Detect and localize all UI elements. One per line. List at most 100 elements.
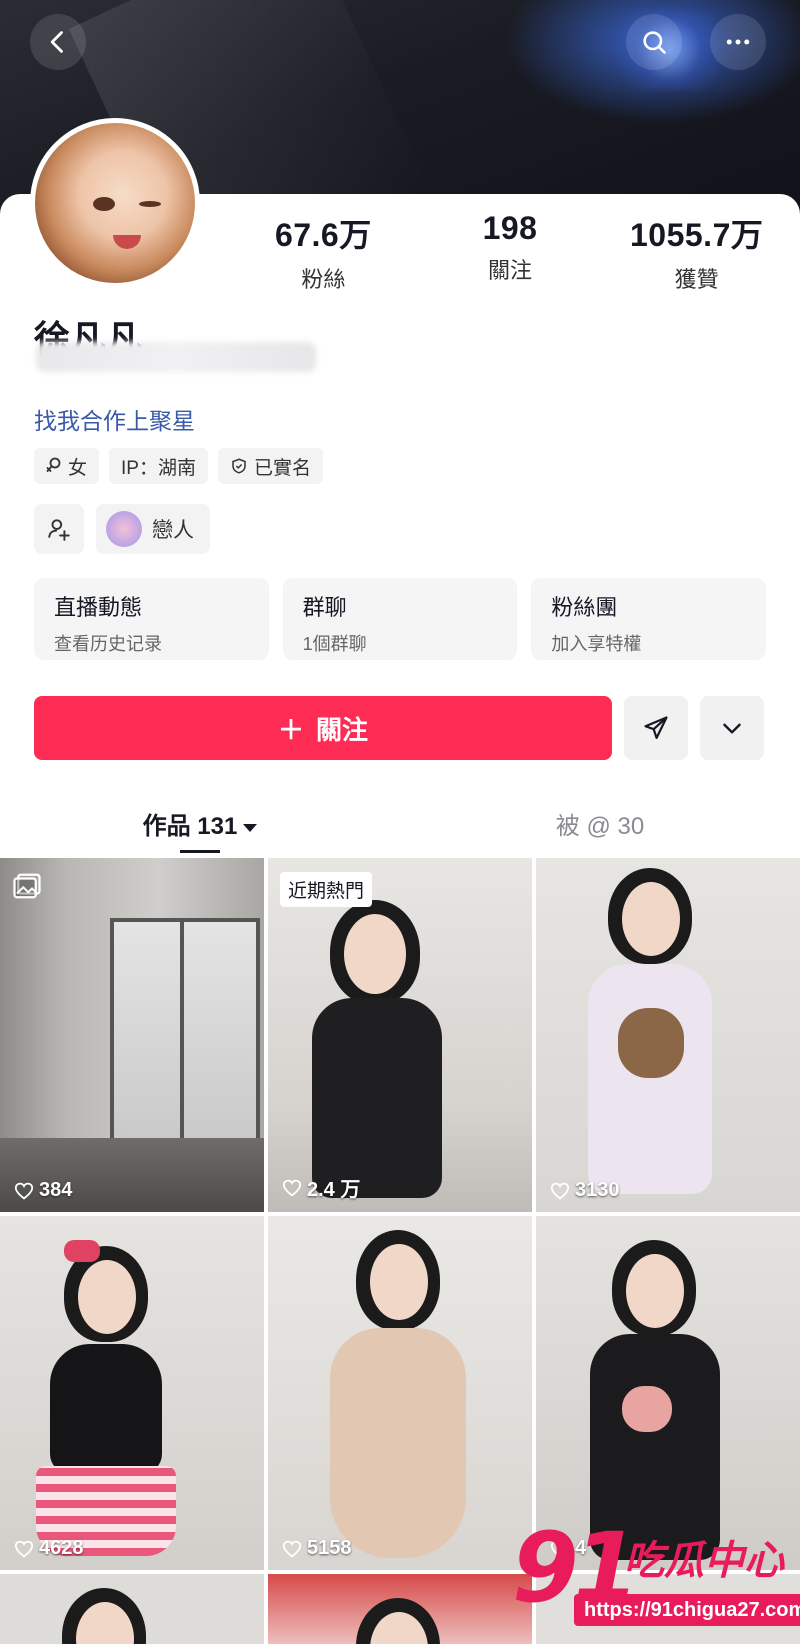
stat-followers[interactable]: 67.6万 粉絲: [230, 210, 417, 294]
send-icon: [644, 716, 668, 740]
stat-label: 關注: [488, 258, 533, 283]
figure-outfit: [588, 964, 712, 1194]
video-thumbnail[interactable]: 3130: [536, 858, 800, 1212]
search-icon: [643, 31, 666, 54]
stat-following[interactable]: 198 關注: [417, 210, 604, 294]
stat-value: 198: [482, 210, 538, 246]
caret-down-icon: [243, 823, 258, 832]
window-divider: [180, 918, 184, 1148]
fan-club-card[interactable]: 粉絲團 加入享特權: [531, 578, 767, 660]
info-card-subtitle: 查看历史记录: [54, 634, 162, 654]
video-thumbnail[interactable]: [268, 1574, 532, 1644]
site-watermark: 91 吃瓜中心 https://91chigua27.com: [512, 1512, 800, 1632]
heart-icon: [14, 1540, 34, 1557]
shield-icon: [232, 458, 246, 474]
like-count-text: 4628: [39, 1537, 84, 1559]
info-card-title: 直播動態: [54, 595, 143, 620]
tag-ip: IP：湖南: [109, 448, 208, 484]
follow-button[interactable]: ＋ 關注: [34, 696, 612, 760]
chevron-down-icon: [723, 723, 741, 734]
blurred-account-id: [36, 342, 316, 372]
watermark-url: https://91chigua27.com: [574, 1594, 800, 1626]
add-user-icon: [48, 519, 70, 541]
tab-label: 作品 131: [142, 813, 238, 840]
stat-label: 獲贊: [674, 267, 719, 292]
figure-face: [370, 1244, 428, 1320]
window-frame: [110, 918, 260, 1148]
group-chat-card[interactable]: 群聊 1個群聊: [282, 578, 518, 660]
video-thumbnail[interactable]: 384: [0, 858, 264, 1212]
heart-icon: [14, 1182, 34, 1199]
chevron-left-icon: [50, 31, 63, 53]
info-card-subtitle: 1個群聊: [302, 634, 367, 654]
relation-chip[interactable]: 戀人: [96, 504, 210, 554]
stat-value: 1055.7万: [629, 217, 764, 253]
image-post-icon: [13, 873, 41, 899]
like-count-text: 384: [39, 1179, 73, 1201]
info-cards: 直播動態 查看历史记录 群聊 1個群聊 粉絲團 加入享特權: [34, 578, 767, 660]
tag-text: 女: [68, 457, 88, 479]
info-card-title: 群聊: [302, 595, 347, 620]
bio-link[interactable]: 找我合作上聚星: [34, 402, 195, 436]
relation-row: 戀人: [34, 504, 210, 554]
plus-icon: ＋: [277, 714, 304, 745]
heart-icon: [282, 1540, 302, 1557]
like-count-text: 5158: [307, 1537, 352, 1559]
heart-icon: [282, 1179, 302, 1196]
figure-face: [626, 1254, 684, 1328]
apron-bear: [618, 1008, 684, 1078]
more-horizontal-icon: [726, 39, 750, 45]
like-count: 5158: [282, 1537, 352, 1560]
figure-face: [78, 1260, 136, 1334]
hair-bow: [64, 1240, 100, 1262]
tab-underline: [180, 850, 220, 853]
tag-text: IP：湖南: [121, 457, 196, 479]
tag-text: 已實名: [253, 457, 311, 479]
info-card-title: 粉絲團: [551, 595, 618, 620]
tab-works[interactable]: 作品 131: [0, 800, 400, 858]
live-history-card[interactable]: 直播動態 查看历史记录: [34, 578, 269, 660]
stat-value: 67.6万: [274, 217, 372, 253]
female-icon: [46, 457, 61, 472]
add-friend-button[interactable]: [34, 504, 84, 554]
figure-face: [622, 882, 680, 956]
like-count: 2.4 万: [282, 1173, 360, 1202]
figure-outfit: [330, 1328, 466, 1558]
profile-stats: 67.6万 粉絲 198 關注 1055.7万 獲贊: [230, 210, 790, 294]
more-button[interactable]: [710, 14, 766, 70]
video-thumbnail[interactable]: 近期熱門 2.4 万: [268, 858, 532, 1212]
heart-icon: [550, 1182, 570, 1199]
stat-likes[interactable]: 1055.7万 獲贊: [603, 210, 790, 294]
outfit-patch: [622, 1386, 672, 1432]
avatar-eye: [139, 201, 161, 207]
follow-label: 關注: [316, 714, 369, 745]
trending-badge: 近期熱門: [280, 872, 373, 907]
video-thumbnail[interactable]: 5158: [268, 1216, 532, 1570]
like-count-text: 3130: [575, 1179, 620, 1201]
like-count: 4628: [14, 1537, 84, 1560]
relation-avatar: [106, 511, 142, 547]
expand-button[interactable]: [700, 696, 764, 760]
like-count: 384: [14, 1179, 72, 1202]
search-button[interactable]: [626, 14, 682, 70]
figure-face: [344, 914, 406, 994]
tag-verified: 已實名: [217, 448, 323, 484]
video-thumbnail[interactable]: [0, 1574, 264, 1644]
avatar[interactable]: [30, 118, 200, 288]
profile-tags: 女 IP：湖南 已實名: [34, 448, 323, 484]
back-button[interactable]: [30, 14, 86, 70]
content-tabs: 作品 131 被 @ 30: [0, 800, 800, 858]
message-button[interactable]: [624, 696, 688, 760]
watermark-text: 吃瓜中心: [624, 1539, 784, 1583]
like-count-text: 2.4 万: [307, 1179, 361, 1201]
like-count: 3130: [550, 1179, 620, 1202]
tab-mentions[interactable]: 被 @ 30: [400, 800, 800, 858]
avatar-eye: [93, 197, 115, 211]
video-thumbnail[interactable]: 4628: [0, 1216, 264, 1570]
stat-label: 粉絲: [301, 267, 346, 292]
avatar-mouth: [113, 235, 141, 249]
figure-outfit: [50, 1344, 162, 1474]
tab-label: 被 @ 30: [555, 813, 645, 840]
figure-outfit: [312, 998, 442, 1198]
info-card-subtitle: 加入享特權: [551, 634, 642, 654]
